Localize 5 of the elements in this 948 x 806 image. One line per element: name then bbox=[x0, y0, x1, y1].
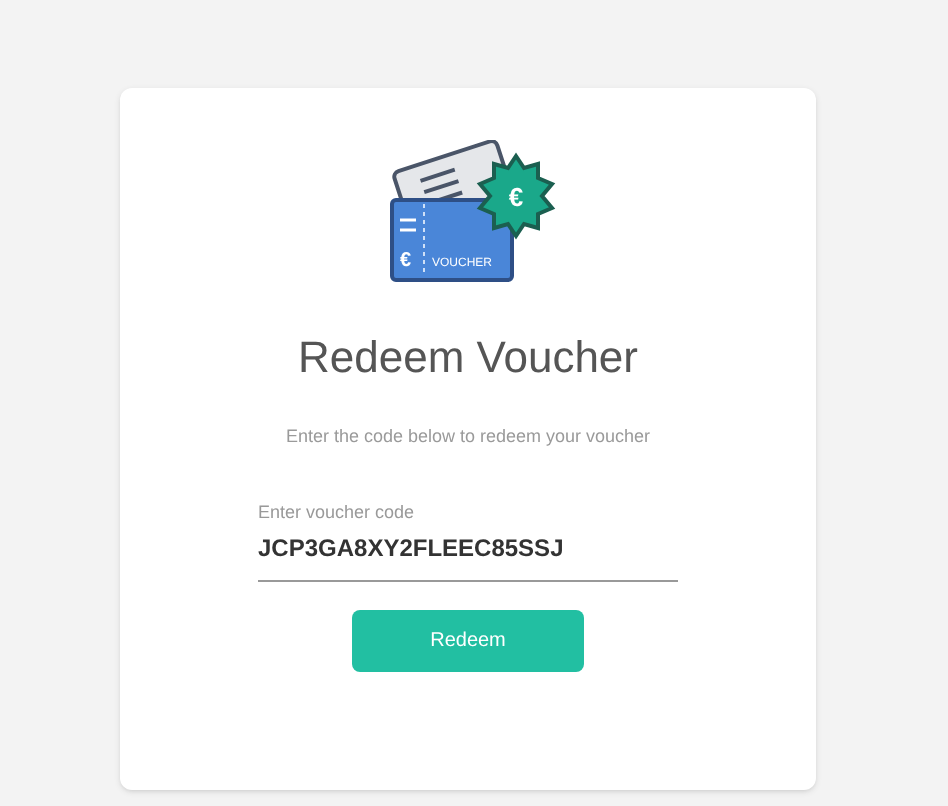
code-input[interactable]: JCP3GA8XY2FLEEC85SSJ bbox=[258, 529, 678, 565]
field-label: Enter voucher code bbox=[258, 503, 417, 521]
voucher-code-field[interactable]: Enter voucher code JCP3GA8XY2FLEEC85SSJ bbox=[258, 503, 678, 581]
page-title: Redeem Voucher bbox=[298, 336, 638, 380]
subtitle: Enter the code below to redeem your voucher bbox=[285, 424, 651, 450]
